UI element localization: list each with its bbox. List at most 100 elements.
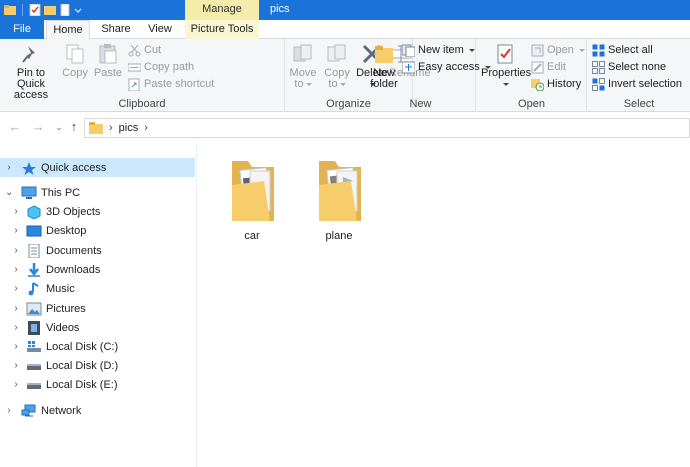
chevron-right-icon[interactable]: › [12,360,20,371]
nav-desktop[interactable]: › Desktop [0,221,195,240]
breadcrumb-chevron-icon[interactable]: › [109,122,113,134]
paste-button[interactable]: Paste [92,43,124,79]
file-list: car plane [198,143,690,467]
chevron-right-icon[interactable]: › [12,283,20,294]
nav-downloads[interactable]: › Downloads [0,260,195,279]
properties-button[interactable]: Properties [481,43,531,90]
properties-icon[interactable] [29,3,41,17]
copy-icon [64,43,86,65]
tab-picture-tools[interactable]: Picture Tools [185,20,259,39]
up-arrow-icon[interactable]: ↑ [67,120,81,134]
chevron-down-icon[interactable]: ⌄ [5,187,13,198]
chevron-right-icon[interactable]: › [12,303,20,314]
chevron-down-icon [339,82,346,86]
new-item-button[interactable]: New item [401,42,475,58]
chevron-right-icon[interactable]: › [12,245,20,256]
select-all-icon [592,44,605,57]
page-icon[interactable] [59,3,71,17]
windows-drive-icon [26,340,42,354]
folder-item-plane[interactable]: plane [303,157,375,242]
chevron-right-icon[interactable]: › [12,379,20,390]
cube-icon [26,204,42,220]
copy-to-button[interactable]: Copy to [321,43,353,90]
folder-icon[interactable] [4,4,16,16]
breadcrumb-chevron-icon[interactable]: › [144,122,148,134]
tab-file[interactable]: File [0,20,44,39]
tab-view[interactable]: View [140,20,180,39]
chevron-right-icon[interactable]: › [12,341,20,352]
move-to-icon [292,43,314,65]
nav-videos[interactable]: › Videos [0,318,195,337]
folder-icon [309,157,369,225]
move-to-button[interactable]: Move to [287,43,319,90]
history-button[interactable]: History [531,76,581,92]
document-icon [26,243,42,258]
select-none-button[interactable]: Select none [592,59,666,75]
new-folder-icon[interactable] [44,4,56,16]
folder-name: car [244,230,260,242]
nav-this-pc[interactable]: ⌄ This PC [0,183,195,202]
nav-music[interactable]: › Music [0,279,195,298]
quick-access-toolbar [0,0,82,20]
chevron-right-icon[interactable]: › [5,162,13,173]
manage-context-tab[interactable]: Manage [185,0,259,20]
open-group-label: Open [518,98,545,110]
folder-item-car[interactable]: car [216,157,288,242]
navigation-pane: › Quick access ⌄ This PC › 3D Objects › … [0,143,197,467]
clipboard-group-label: Clipboard [118,98,166,110]
new-item-icon [401,44,416,57]
tab-home[interactable]: Home [46,20,90,40]
computer-icon [21,186,37,200]
chevron-down-icon [468,48,475,52]
chevron-right-icon[interactable]: › [5,405,13,416]
select-group: Select all Select none Invert selection … [588,39,690,112]
address-bar[interactable]: › pics › [84,118,690,138]
select-all-button[interactable]: Select all [592,42,653,58]
star-icon [21,161,37,175]
chevron-down-icon[interactable] [74,4,82,16]
pin-icon [20,43,42,65]
properties-icon [494,43,516,65]
chevron-right-icon[interactable]: › [12,322,20,333]
film-icon [26,320,42,335]
new-group: New folder New item Easy access New [366,39,491,112]
nav-documents[interactable]: › Documents [0,241,195,260]
chevron-right-icon[interactable]: › [12,225,20,236]
tab-share[interactable]: Share [94,20,138,39]
new-group-label: New [409,98,432,110]
paste-shortcut-button[interactable]: Paste shortcut [128,76,214,92]
window-title: pics [270,3,290,15]
breadcrumb-pics[interactable]: pics [119,122,139,134]
edit-button[interactable]: Edit [531,59,566,75]
music-note-icon [26,281,42,296]
drive-icon [26,378,42,392]
cut-button[interactable]: Cut [128,42,161,58]
history-icon [531,78,545,91]
nav-local-disk-d[interactable]: › Local Disk (D:) [0,356,195,375]
folder-icon [89,122,103,134]
nav-quick-access[interactable]: › Quick access [0,158,195,177]
chevron-down-icon [578,48,585,52]
new-folder-button[interactable]: New folder [368,43,400,90]
open-button[interactable]: Open [531,42,585,58]
chevron-right-icon[interactable]: › [12,264,20,275]
invert-selection-button[interactable]: Invert selection [592,76,682,92]
invert-selection-icon [592,77,605,91]
nav-pictures[interactable]: › Pictures [0,299,195,318]
nav-3d-objects[interactable]: › 3D Objects [0,202,195,221]
recent-locations-chevron-icon[interactable]: ⌄ [52,120,66,134]
pin-to-quick-access-button[interactable]: Pin to Quick access [2,43,60,101]
chevron-right-icon[interactable]: › [12,206,20,217]
copy-button[interactable]: Copy [60,43,90,79]
copy-path-button[interactable]: Copy path [127,59,194,75]
nav-network[interactable]: › Network [0,401,195,420]
desktop-icon [26,224,42,238]
edit-icon [531,61,544,74]
open-icon [531,44,544,57]
back-arrow-icon[interactable]: ← [8,120,22,134]
nav-local-disk-c[interactable]: › Local Disk (C:) [0,337,195,356]
forward-arrow-icon[interactable]: → [31,120,45,134]
ribbon: Pin to Quick access Copy Paste Cut Copy … [0,39,690,112]
nav-local-disk-e[interactable]: › Local Disk (E:) [0,375,195,394]
navigation-bar: ← → ⌄ ↑ › pics › [0,113,690,143]
